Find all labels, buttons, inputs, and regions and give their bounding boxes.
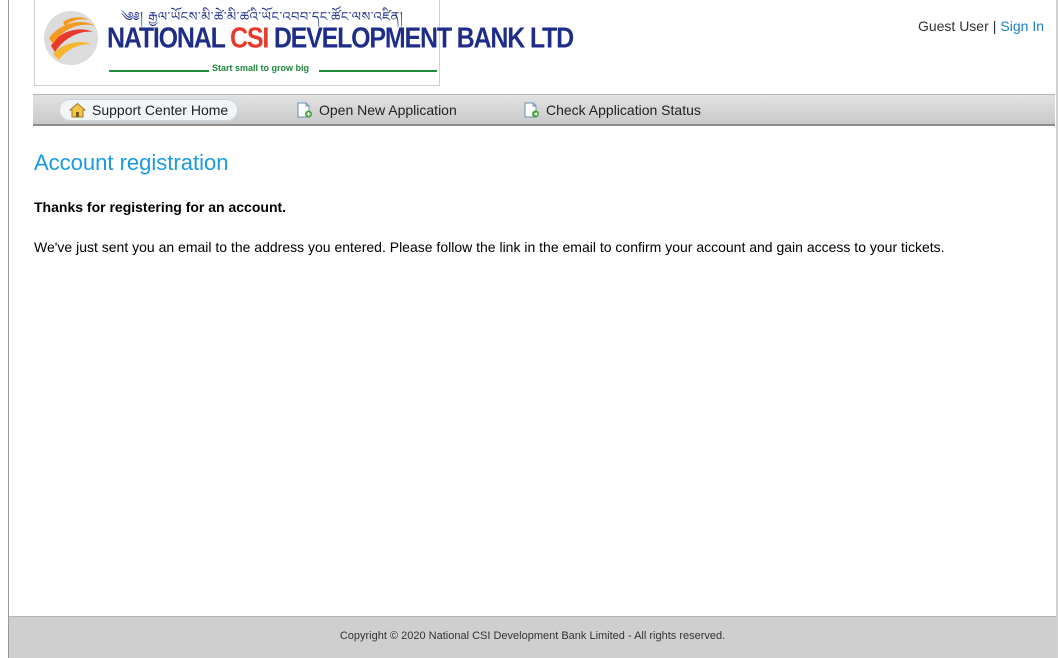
- logo-name-csi: CSI: [230, 22, 269, 55]
- bank-logo[interactable]: ༄༅། རྒྱལ་ཡོངས་མི་ཚེ་མི་ཚའི་ཡོང་འབབ་དང་ཚོ…: [34, 0, 574, 86]
- nav-label-open-new-application: Open New Application: [319, 102, 457, 118]
- user-separator: |: [992, 18, 997, 34]
- user-status: Guest User | Sign In: [918, 18, 1044, 34]
- nav-label-check-application-status: Check Application Status: [546, 102, 701, 118]
- thanks-message: Thanks for registering for an account.: [34, 199, 287, 215]
- ribbon-logo-icon: [44, 11, 98, 65]
- nav-item-check-application-status[interactable]: Check Application Status: [523, 99, 701, 121]
- nav-item-support-center-home[interactable]: Support Center Home: [59, 99, 239, 121]
- tagline-rule-right: [319, 70, 437, 72]
- logo-name-part3: DEVELOPMENT BANK LTD: [268, 22, 574, 55]
- page-title: Account registration: [34, 150, 229, 175]
- guest-user-label: Guest User: [917, 18, 989, 34]
- logo-tagline: Start small to grow big: [209, 63, 313, 73]
- main-nav: Support Center Home Open New Application…: [33, 94, 1055, 126]
- tagline-rule-left: [109, 70, 209, 72]
- footer-copyright: Copyright © 2020 National CSI Developmen…: [339, 630, 726, 642]
- left-page-border: [0, 0, 9, 658]
- confirmation-message: We've just sent you an email to the addr…: [34, 239, 945, 255]
- nav-item-open-new-application[interactable]: Open New Application: [296, 99, 457, 121]
- new-document-icon: [297, 102, 312, 118]
- nav-label-support-center-home: Support Center Home: [92, 102, 229, 118]
- page-container: ༄༅། རྒྱལ་ཡོངས་མི་ཚེ་མི་ཚའི་ཡོང་འབབ་དང་ཚོ…: [9, 0, 1056, 616]
- logo-bank-name: NATIONAL CSI DEVELOPMENT BANK LTD: [107, 22, 574, 55]
- page-footer: Copyright © 2020 National CSI Developmen…: [9, 616, 1056, 658]
- sign-in-link[interactable]: Sign In: [1000, 18, 1044, 34]
- logo-tagline-row: Start small to grow big: [109, 63, 437, 77]
- logo-name-part1: NATIONAL: [107, 22, 230, 55]
- document-status-icon: [524, 102, 539, 118]
- home-icon: [69, 102, 86, 118]
